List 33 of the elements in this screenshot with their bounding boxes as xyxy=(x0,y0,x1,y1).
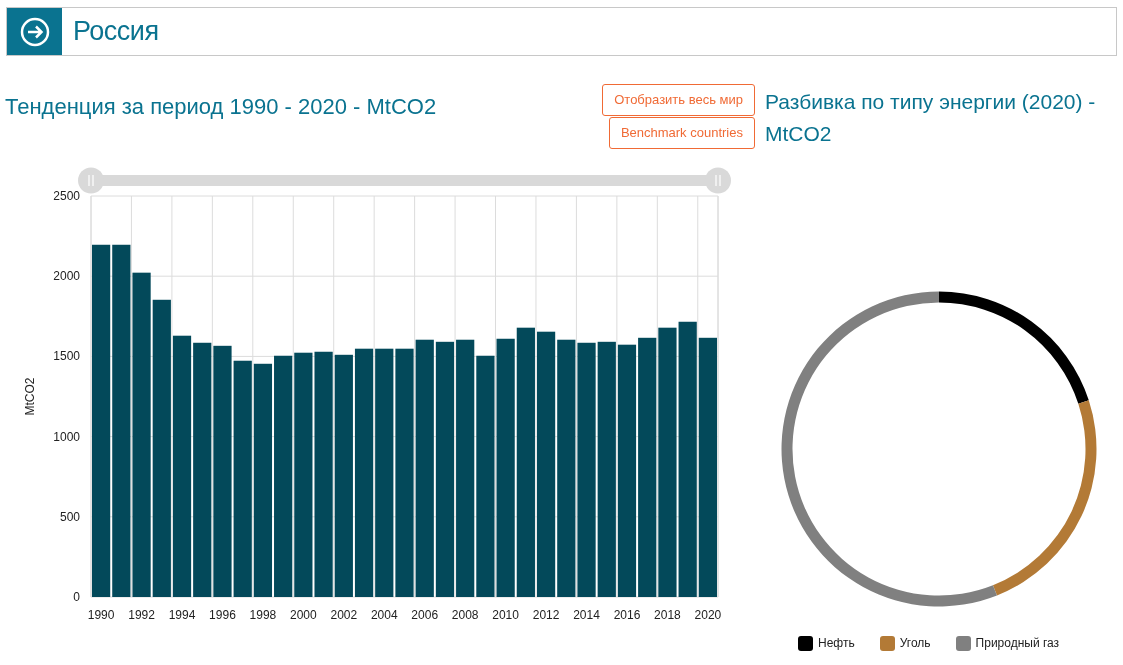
x-tick-label: 1992 xyxy=(128,608,155,622)
legend-label: Природный газ xyxy=(975,635,1060,652)
x-tick-label: 2018 xyxy=(654,608,681,622)
x-tick-label: 2000 xyxy=(290,608,317,622)
x-tick-label: 1998 xyxy=(249,608,277,622)
show-world-button[interactable]: Отобразить весь мир xyxy=(602,84,755,116)
x-tick-label: 2010 xyxy=(492,608,519,622)
x-tick-label: 1996 xyxy=(209,608,236,622)
arrow-button[interactable] xyxy=(7,8,62,55)
x-tick-label: 2016 xyxy=(613,608,641,622)
x-tick-label: 2006 xyxy=(411,608,439,622)
x-tick-label: 2014 xyxy=(573,608,600,622)
x-tick-label: 1990 xyxy=(87,608,115,622)
country-title: Россия xyxy=(73,15,159,49)
legend-label: Уголь xyxy=(899,635,931,652)
y-tick-label: 2000 xyxy=(53,269,80,284)
range-slider[interactable] xyxy=(78,167,731,194)
x-tick-label: 2020 xyxy=(694,608,722,622)
x-tick-label: 2012 xyxy=(532,608,560,622)
y-axis-label: MtCO2 xyxy=(23,377,37,416)
y-tick-label: 1000 xyxy=(53,429,80,444)
chart-title: Разбивка по типу энергии (2020) - MtCO2 xyxy=(765,89,1097,147)
x-tick-label: 2008 xyxy=(451,608,479,622)
y-tick-label: 500 xyxy=(59,509,80,524)
y-tick-label: 0 xyxy=(73,590,80,604)
benchmark-button[interactable]: Benchmark countries xyxy=(608,117,755,149)
y-tick-label: 1500 xyxy=(53,349,80,364)
legend-label: Нефть xyxy=(818,635,855,652)
y-tick-label: 2500 xyxy=(53,189,80,203)
x-tick-label: 1994 xyxy=(168,608,196,622)
chart-title: Тенденция за период 1990 - 2020 - MtCO2 xyxy=(5,93,437,121)
x-tick-label: 2004 xyxy=(370,608,398,622)
x-tick-label: 2002 xyxy=(330,608,358,622)
